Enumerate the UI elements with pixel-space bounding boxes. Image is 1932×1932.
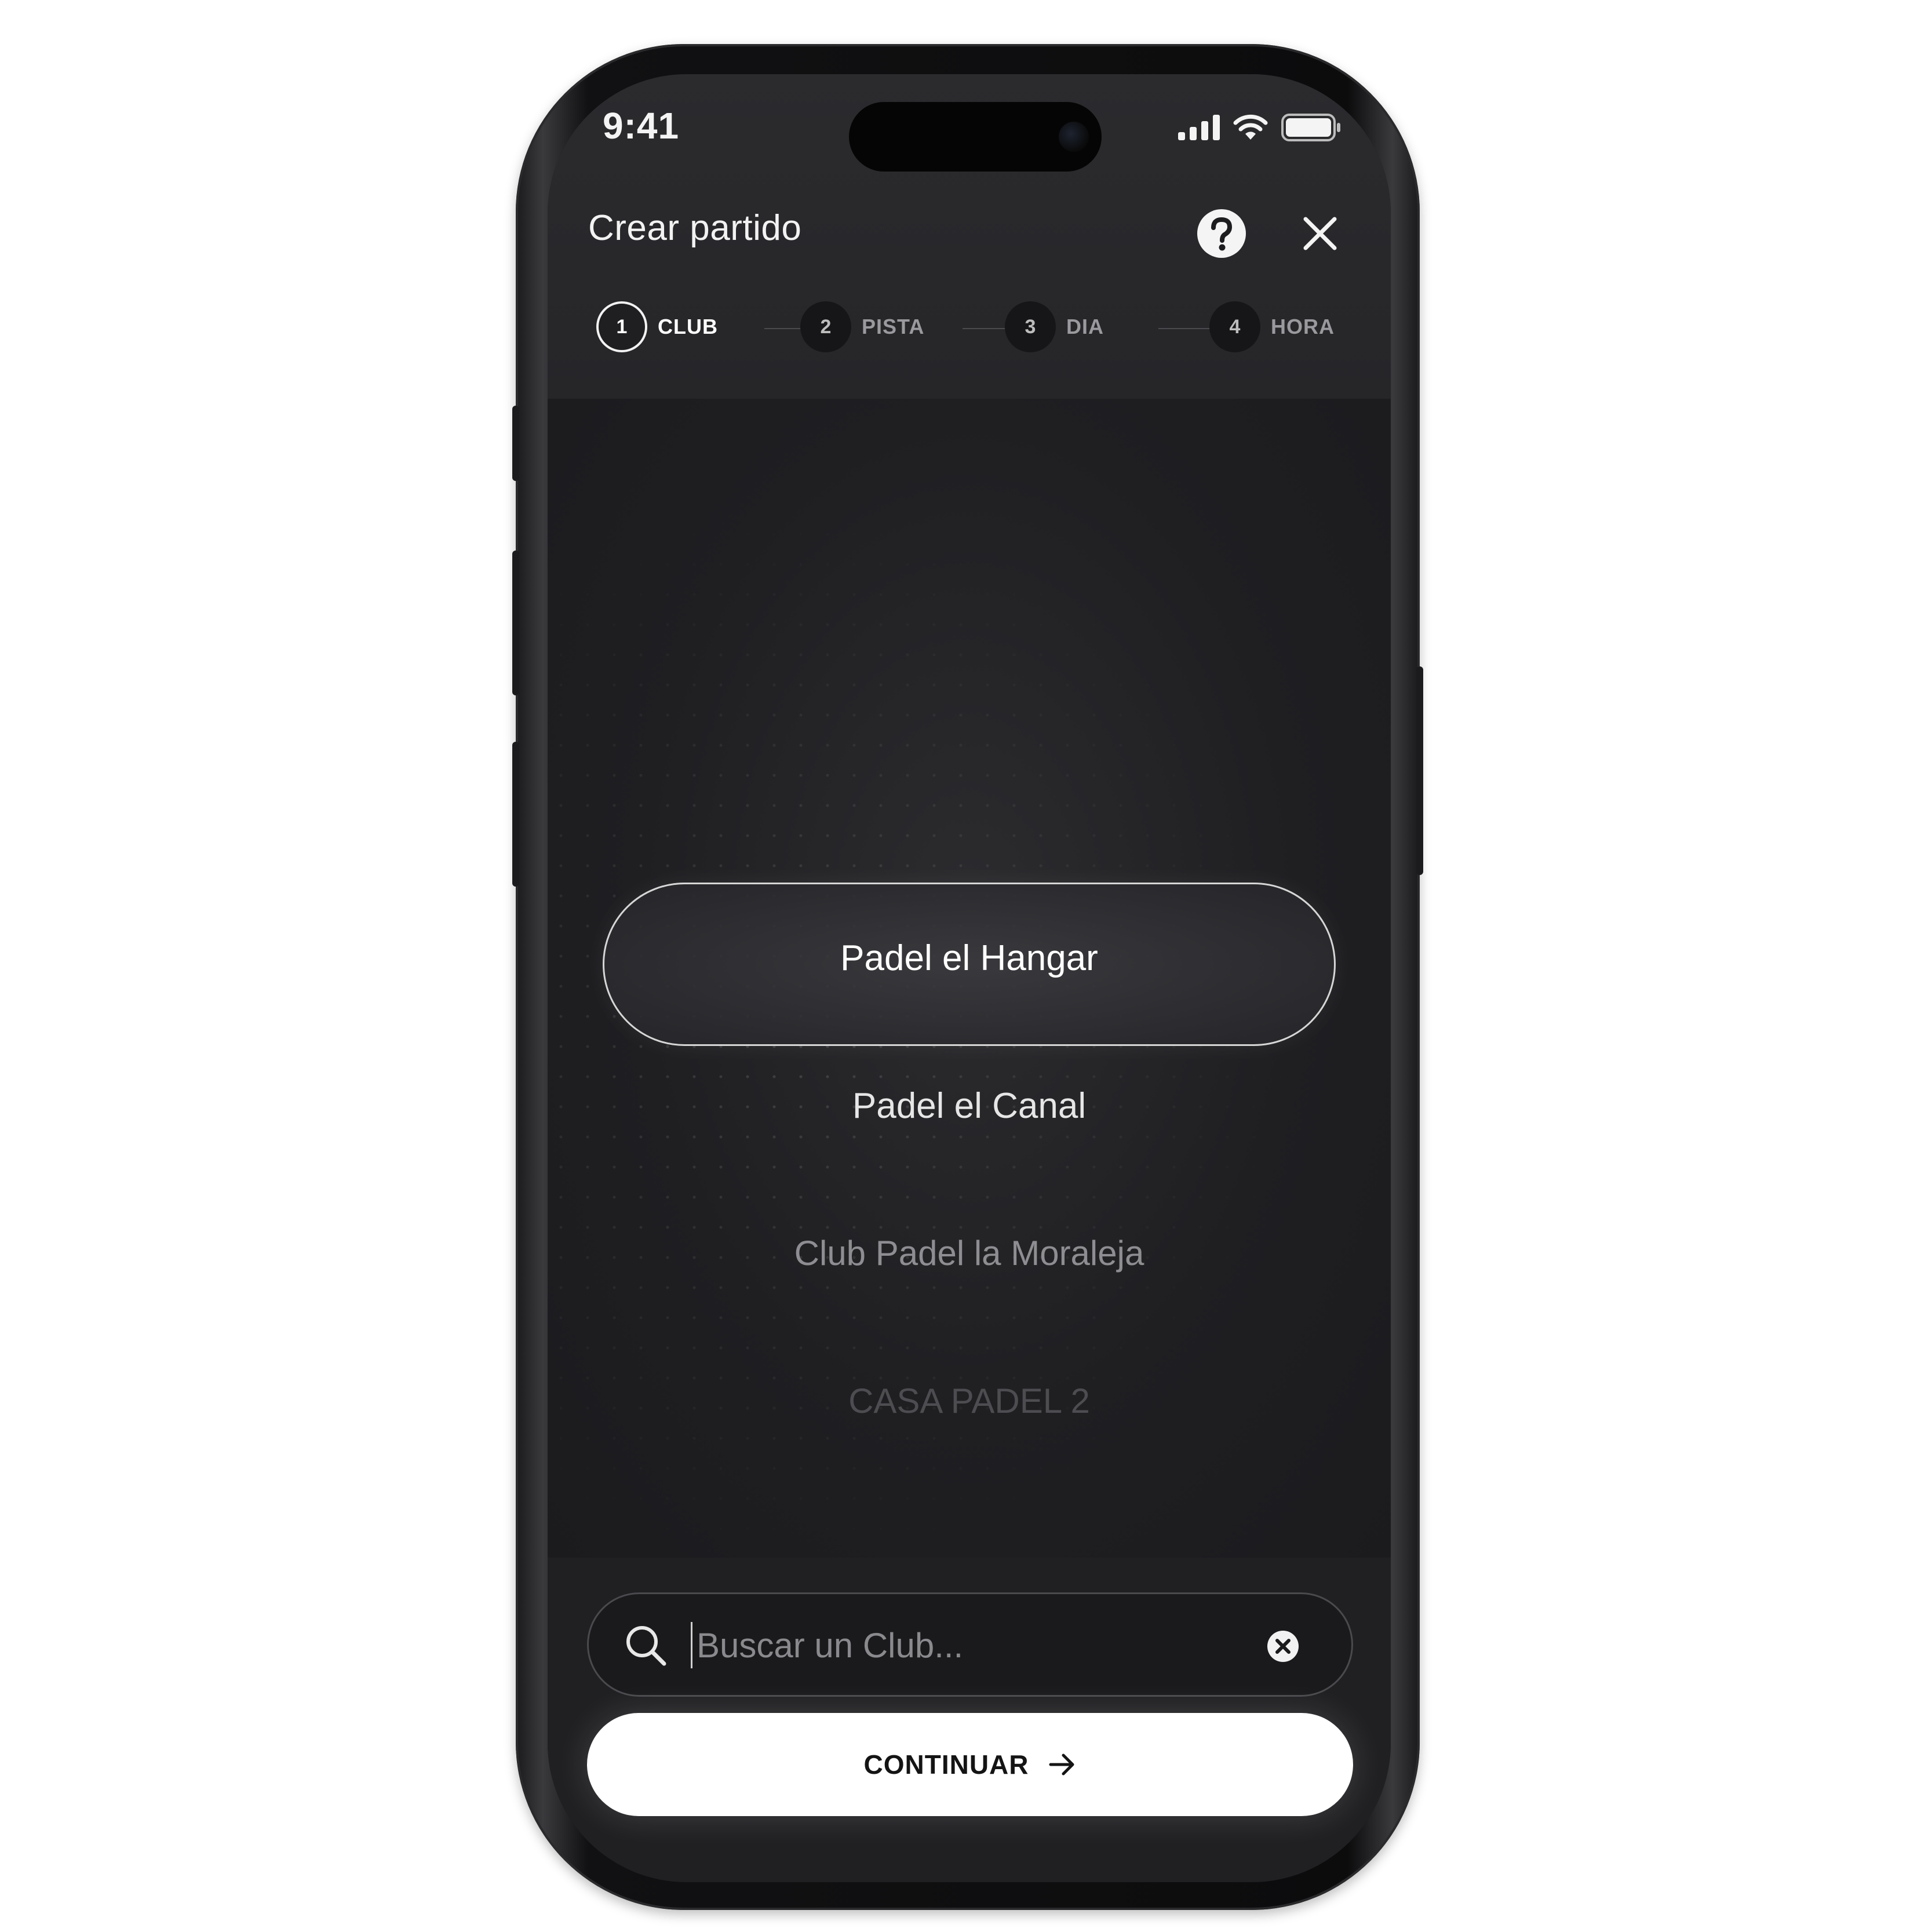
page-title: Crear partido (588, 208, 802, 248)
continue-button[interactable]: CONTINUAR (587, 1713, 1353, 1816)
picker-item[interactable]: Club Padel la Moraleja (548, 1233, 1391, 1273)
search-icon (626, 1626, 666, 1666)
stepper: 1 CLUB 2 PISTA 3 DIA 4 HORA (596, 301, 1350, 355)
volume-down-button (512, 742, 519, 887)
help-icon[interactable] (1197, 209, 1246, 258)
continue-label: CONTINUAR (863, 1749, 1029, 1780)
wifi-icon (1233, 114, 1268, 140)
step-club[interactable]: 1 CLUB (596, 301, 718, 352)
step-number: 4 (1209, 301, 1260, 352)
power-button (1416, 666, 1423, 875)
action-button (512, 406, 519, 481)
status-time: 9:41 (603, 105, 680, 147)
signal-icon (1178, 115, 1220, 140)
step-pista[interactable]: 2 PISTA (800, 301, 924, 352)
battery-icon (1281, 114, 1340, 141)
step-dia[interactable]: 3 DIA (1005, 301, 1104, 352)
arrow-right-icon (1049, 1754, 1074, 1776)
stage: 9:41 Crear partido 1 CLUB 2 PISTA 3 DIA … (0, 0, 1932, 1932)
dynamic-island (849, 102, 1102, 172)
step-hora[interactable]: 4 HORA (1209, 301, 1335, 352)
search-input[interactable] (697, 1617, 1241, 1673)
picker-item[interactable]: CASA PADEL 2 (548, 1381, 1391, 1421)
picker-item-selected[interactable]: Padel el Hangar (548, 938, 1391, 979)
step-number: 2 (800, 301, 851, 352)
text-caret (691, 1622, 692, 1668)
phone-screen: 9:41 Crear partido 1 CLUB 2 PISTA 3 DIA … (548, 74, 1391, 1882)
step-label: PISTA (862, 315, 925, 338)
step-connector (1158, 328, 1211, 329)
clear-icon[interactable] (1267, 1630, 1299, 1663)
close-icon[interactable] (1301, 214, 1339, 253)
step-connector (764, 328, 804, 329)
status-icons (1178, 114, 1342, 141)
step-label: CLUB (658, 315, 718, 338)
search-box[interactable] (587, 1592, 1353, 1697)
camera-icon (1059, 122, 1089, 152)
step-connector (963, 328, 1008, 329)
step-label: HORA (1271, 315, 1335, 338)
picker-item[interactable]: Padel el Canal (548, 1085, 1391, 1127)
step-label: DIA (1066, 315, 1104, 338)
step-number: 1 (596, 301, 647, 352)
step-number: 3 (1005, 301, 1056, 352)
volume-up-button (512, 551, 519, 695)
